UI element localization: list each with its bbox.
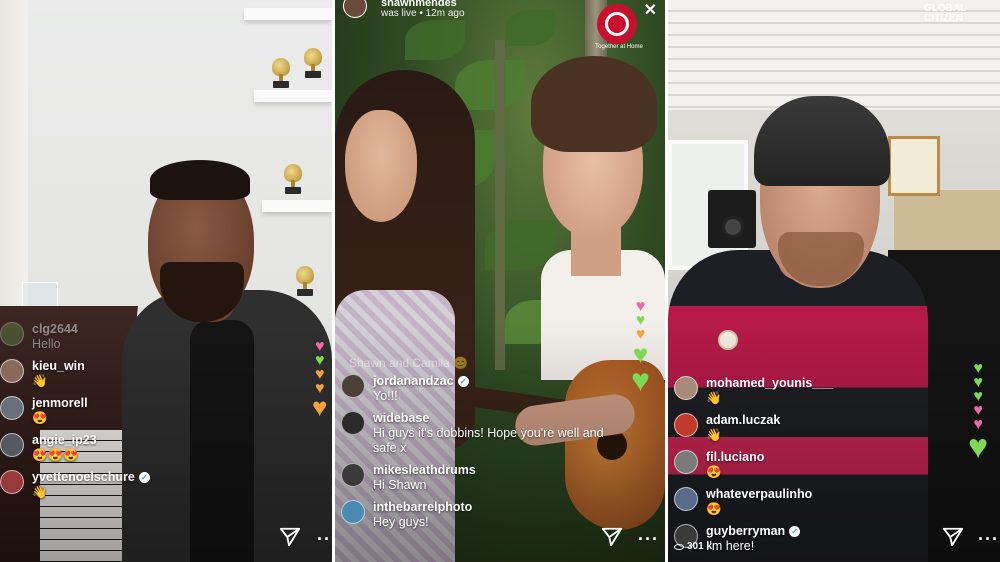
comment-username[interactable]: inthebarrelphoto <box>373 500 472 515</box>
verified-check-icon: ✓ <box>138 472 150 483</box>
more-dots-icon[interactable]: ··· <box>978 530 999 548</box>
comment-message: 😍😍😍 <box>32 448 79 462</box>
avatar[interactable] <box>0 322 24 346</box>
comment-username[interactable]: guyberryman ✓ <box>706 524 801 539</box>
comment-username[interactable]: yvettenoelschure ✓ <box>32 470 150 485</box>
floating-hearts: ♥ ♥ ♥ ♥ ♥ <box>631 298 650 398</box>
avatar[interactable] <box>0 470 24 494</box>
live-title: Shawn and Camila 😊 <box>349 356 468 370</box>
comment-username[interactable]: kieu_win <box>32 359 85 374</box>
comment-username[interactable]: angie_ip23 <box>32 433 97 448</box>
comment-message: Hi Shawn <box>373 478 427 492</box>
comment-item: jenmorell 😍 <box>0 396 300 426</box>
comment-item: guyberryman ✓ I'm here! <box>674 524 954 554</box>
global-citizen-watermark: GLOBAL CITIZEN <box>924 4 984 24</box>
viewer-count-value: 301 k <box>687 541 713 552</box>
avatar[interactable] <box>674 487 698 511</box>
comment-item: widebase Hi guys it's dobbins! Hope you'r… <box>341 411 631 456</box>
live-video-panel-chris-martin[interactable]: GLOBAL CITIZEN ♥ ♥ ♥ ♥ ♥ ♥ mohamed_youni… <box>668 0 1000 562</box>
comment-item: jordanandzac ✓ Yo!!! <box>341 374 631 404</box>
comment-message: Hello <box>32 337 61 351</box>
comment-item: whateverpaulinho 😍 <box>674 487 954 517</box>
viewer-count: 301 k <box>674 541 712 552</box>
comment-item: yvettenoelschure ✓ 👋 <box>0 470 300 500</box>
avatar[interactable] <box>341 500 365 524</box>
trophy-icon <box>282 164 304 194</box>
floating-hearts: ♥ ♥ ♥ ♥ ♥ ♥ <box>968 360 989 466</box>
paper-plane-icon[interactable] <box>601 526 623 548</box>
avatar[interactable] <box>0 359 24 383</box>
comment-message: 😍 <box>706 502 722 516</box>
comment-username[interactable]: widebase <box>373 411 619 426</box>
avatar[interactable] <box>674 413 698 437</box>
comment-message: Yo!!! <box>373 389 398 403</box>
eye-icon <box>674 543 684 550</box>
paper-plane-icon[interactable] <box>279 526 301 548</box>
watermark-line-2: CITIZEN <box>924 13 963 24</box>
comment-item: kieu_win 👋 <box>0 359 300 389</box>
comment-message: Hey guys! <box>373 515 429 529</box>
avatar[interactable] <box>674 450 698 474</box>
comment-username[interactable]: jordanandzac ✓ <box>373 374 469 389</box>
verified-check-icon: ✓ <box>457 376 469 387</box>
paper-plane-icon[interactable] <box>942 526 964 548</box>
avatar[interactable] <box>341 411 365 435</box>
avatar[interactable] <box>0 396 24 420</box>
trophy-icon <box>294 266 316 296</box>
close-icon[interactable]: ✕ <box>644 0 657 20</box>
trophy-icon <box>302 48 324 78</box>
together-at-home-logo <box>597 4 637 44</box>
comment-feed: Shawn and Camila 😊 jordanandzac ✓ Yo!!! wi… <box>341 356 631 537</box>
comment-item: inthebarrelphoto Hey guys! <box>341 500 631 530</box>
comment-username-text[interactable]: yvettenoelschure <box>32 470 135 485</box>
live-status: was live • 12m ago <box>381 8 465 19</box>
comment-username[interactable]: clg2644 <box>32 322 78 337</box>
comment-item: mikesleathdrums Hi Shawn <box>341 463 631 493</box>
comment-message: 👋 <box>706 391 722 405</box>
comment-message: 😍 <box>32 411 48 425</box>
comment-username[interactable]: jenmorell <box>32 396 88 411</box>
comment-item: adam.luczak 👋 <box>674 413 954 443</box>
logo-caption: Together at Home <box>595 44 643 50</box>
avatar[interactable] <box>674 376 698 400</box>
comment-item: clg2644 Hello <box>0 322 300 352</box>
verified-check-icon: ✓ <box>789 526 801 537</box>
comment-message: 😍 <box>706 465 722 479</box>
comment-username[interactable]: mohamed_younis___ <box>706 376 833 391</box>
live-video-panel-john-legend[interactable]: ♥ ♥ ♥ ♥ ♥ clg2644 Hello kieu_win 👋 jenmore… <box>0 0 332 562</box>
comment-item: mohamed_younis___ 👋 <box>674 376 954 406</box>
comment-username[interactable]: fil.luciano <box>706 450 764 465</box>
comment-username[interactable]: whateverpaulinho <box>706 487 812 502</box>
trophy-icon <box>270 58 292 88</box>
comment-message: Hi guys it's dobbins! Hope you're well a… <box>373 426 604 455</box>
comment-username-text[interactable]: jordanandzac <box>373 374 454 389</box>
live-video-panel-shawn-camila[interactable]: shawnmendes was live • 12m ago ✕ Togethe… <box>335 0 665 562</box>
comment-message: 👋 <box>32 485 48 499</box>
more-dots-icon[interactable]: ··· <box>317 530 332 548</box>
comment-feed: clg2644 Hello kieu_win 👋 jenmorell 😍 angie_… <box>0 322 300 507</box>
comment-message: 👋 <box>706 428 722 442</box>
comment-message: I'm here! <box>706 539 755 553</box>
comment-username-text[interactable]: guyberryman <box>706 524 785 539</box>
avatar[interactable] <box>341 374 365 398</box>
comment-item: fil.luciano 😍 <box>674 450 954 480</box>
more-dots-icon[interactable]: ··· <box>638 530 659 548</box>
comment-message: 👋 <box>32 374 48 388</box>
avatar[interactable] <box>0 433 24 457</box>
comment-feed: mohamed_younis___ 👋 adam.luczak 👋 fil.luci… <box>674 376 954 561</box>
floating-hearts: ♥ ♥ ♥ ♥ ♥ <box>312 338 328 422</box>
comment-username[interactable]: mikesleathdrums <box>373 463 476 478</box>
avatar[interactable] <box>341 463 365 487</box>
comment-username[interactable]: adam.luczak <box>706 413 780 428</box>
comment-item: angie_ip23 😍😍😍 <box>0 433 300 463</box>
